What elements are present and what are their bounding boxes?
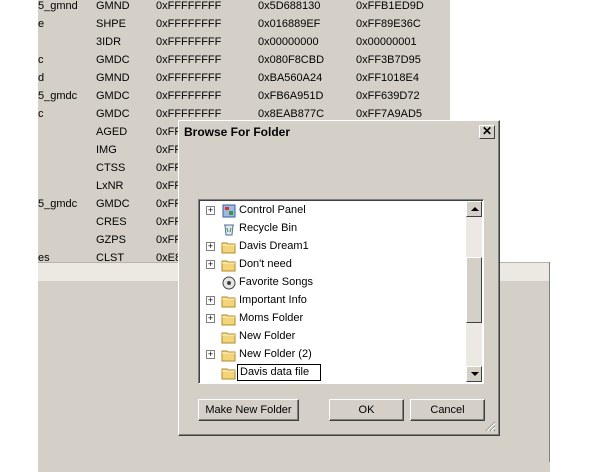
background-table-row: e SHPE 0xFFFFFFFF 0x016889EF 0xFF89E36C — [38, 15, 450, 33]
arrow-down-icon — [471, 372, 479, 376]
folder-icon — [221, 257, 237, 273]
folder-icon — [221, 311, 237, 327]
bg-type-cell: GMND — [96, 72, 130, 84]
bg-type-cell: 3IDR — [96, 36, 122, 48]
tree-item-label: Moms Folder — [239, 312, 304, 324]
tree-item[interactable]: + New Folder (2) — [199, 346, 469, 364]
dialog-titlebar[interactable]: Browse For Folder ✕ — [180, 122, 497, 142]
bg-type-cell: AGED — [96, 126, 128, 138]
bg-type-cell: IMG — [96, 144, 117, 156]
tree-item[interactable]: New Folder — [199, 328, 469, 346]
bg-type-cell: GMDC — [96, 198, 130, 210]
tree-item[interactable]: Favorite Songs — [199, 274, 469, 292]
tree-item-label: Control Panel — [239, 204, 306, 216]
expand-plus-icon[interactable]: + — [206, 242, 215, 251]
tree-item[interactable]: + Control Panel — [199, 202, 469, 220]
control-panel-icon — [221, 203, 237, 219]
tree-item-label: Davis Dream1 — [239, 240, 309, 252]
resize-grip-icon[interactable] — [485, 421, 496, 432]
bg-type-cell: GMDC — [96, 108, 130, 120]
bg-type-cell: CRES — [96, 216, 127, 228]
folder-icon — [221, 329, 237, 345]
bg-group-cell: 0xFFFFFFFF — [156, 18, 222, 30]
tree-item-label: Favorite Songs — [239, 276, 313, 288]
bg-resource-cell: 0xFF3B7D95 — [356, 54, 421, 66]
tree-item[interactable]: + Moms Folder — [199, 310, 469, 328]
make-new-folder-button[interactable]: Make New Folder — [198, 399, 299, 421]
expand-plus-icon[interactable]: + — [206, 350, 215, 359]
dialog-title: Browse For Folder — [184, 125, 291, 139]
cancel-button[interactable]: Cancel — [410, 399, 485, 421]
background-table-row: d GMND 0xFFFFFFFF 0xBA560A24 0xFF1018E4 — [38, 69, 450, 87]
expand-plus-icon[interactable]: + — [206, 206, 215, 215]
background-table-row: c GMDC 0xFFFFFFFF 0x080F8CBD 0xFF3B7D95 — [38, 51, 450, 69]
bg-instance-cell: 0x00000000 — [258, 36, 319, 48]
bg-instance-cell: 0x080F8CBD — [258, 54, 325, 66]
tree-item-label: New Folder — [239, 330, 296, 342]
bg-instance-cell: 0x016889EF — [258, 18, 321, 30]
bg-resource-cell: 0xFF639D72 — [356, 90, 420, 102]
folder-rename-input[interactable]: Davis data file — [237, 364, 321, 381]
background-table-row: 3IDR 0xFFFFFFFF 0x00000000 0x00000001 — [38, 33, 450, 51]
tree-item-label: Recycle Bin — [239, 222, 298, 234]
tree-item[interactable]: + Davis Dream1 — [199, 238, 469, 256]
bg-name-cell: c — [38, 54, 44, 66]
bg-resource-cell: 0xFFB1ED9D — [356, 0, 424, 12]
bg-name-cell: d — [38, 72, 45, 84]
bg-resource-cell: 0xFF1018E4 — [356, 72, 419, 84]
tree-item[interactable]: Recycle Bin — [199, 220, 469, 238]
background-table-row: 5_gmdc GMDC 0xFFFFFFFF 0xFB6A951D 0xFF639D72 — [38, 87, 450, 105]
expand-plus-icon[interactable]: + — [206, 314, 215, 323]
folder-tree[interactable]: + Control Panel Recycle Bin + Davis Dream1 + D… — [198, 199, 484, 384]
bg-type-cell: GMND — [96, 0, 130, 12]
close-button[interactable]: ✕ — [479, 125, 495, 139]
bg-type-cell: LxNR — [96, 180, 124, 192]
folder-icon — [221, 347, 237, 363]
bg-name-cell: c — [38, 108, 44, 120]
bg-group-cell: 0xFFFFFFFF — [156, 90, 222, 102]
bg-instance-cell: 0xBA560A24 — [258, 72, 323, 84]
bg-group-cell: 0xFFFFFFFF — [156, 36, 222, 48]
bg-type-cell: GMDC — [96, 54, 130, 66]
tree-item[interactable]: Davis data file — [199, 364, 469, 382]
bg-name-cell: 5_gmnd — [38, 0, 78, 12]
bg-instance-cell: 0x5D688130 — [258, 0, 321, 12]
tree-item-label: Important Info — [239, 294, 307, 306]
browse-for-folder-dialog: Browse For Folder ✕ + Control Panel Recycl… — [178, 120, 500, 436]
folder-icon — [221, 365, 237, 381]
bg-type-cell: GMDC — [96, 90, 130, 102]
bg-resource-cell: 0xFF89E36C — [356, 18, 421, 30]
folder-icon — [221, 293, 237, 309]
bg-type-cell: CTSS — [96, 162, 126, 174]
folder-icon — [221, 239, 237, 255]
bg-resource-cell: 0x00000001 — [356, 36, 417, 48]
bg-type-cell: GZPS — [96, 234, 126, 246]
close-icon: ✕ — [481, 124, 493, 138]
music-folder-icon — [221, 275, 237, 291]
recycle-bin-icon — [221, 221, 237, 237]
tree-item-label: Don't need — [239, 258, 292, 270]
bg-instance-cell: 0xFB6A951D — [258, 90, 324, 102]
bg-name-cell: e — [38, 18, 45, 30]
bg-name-cell: 5_gmdc — [38, 90, 78, 102]
bg-group-cell: 0xFFFFFFFF — [156, 54, 222, 66]
tree-item[interactable]: + Don't need — [199, 256, 469, 274]
background-panel-edge — [549, 262, 550, 462]
tree-item[interactable]: + Important Info — [199, 292, 469, 310]
background-table-row: 5_gmnd GMND 0xFFFFFFFF 0x5D688130 0xFFB1ED9D — [38, 0, 450, 15]
ok-button[interactable]: OK — [329, 399, 404, 421]
expand-plus-icon[interactable]: + — [206, 260, 215, 269]
bg-group-cell: 0xFFFFFFFF — [156, 0, 222, 12]
tree-item-label: New Folder (2) — [239, 348, 312, 360]
arrow-up-icon — [471, 207, 479, 211]
bg-group-cell: 0xFFFFFFFF — [156, 72, 222, 84]
expand-plus-icon[interactable]: + — [206, 296, 215, 305]
bg-name-cell: 5_gmdc — [38, 198, 78, 210]
bg-type-cell: SHPE — [96, 18, 126, 30]
